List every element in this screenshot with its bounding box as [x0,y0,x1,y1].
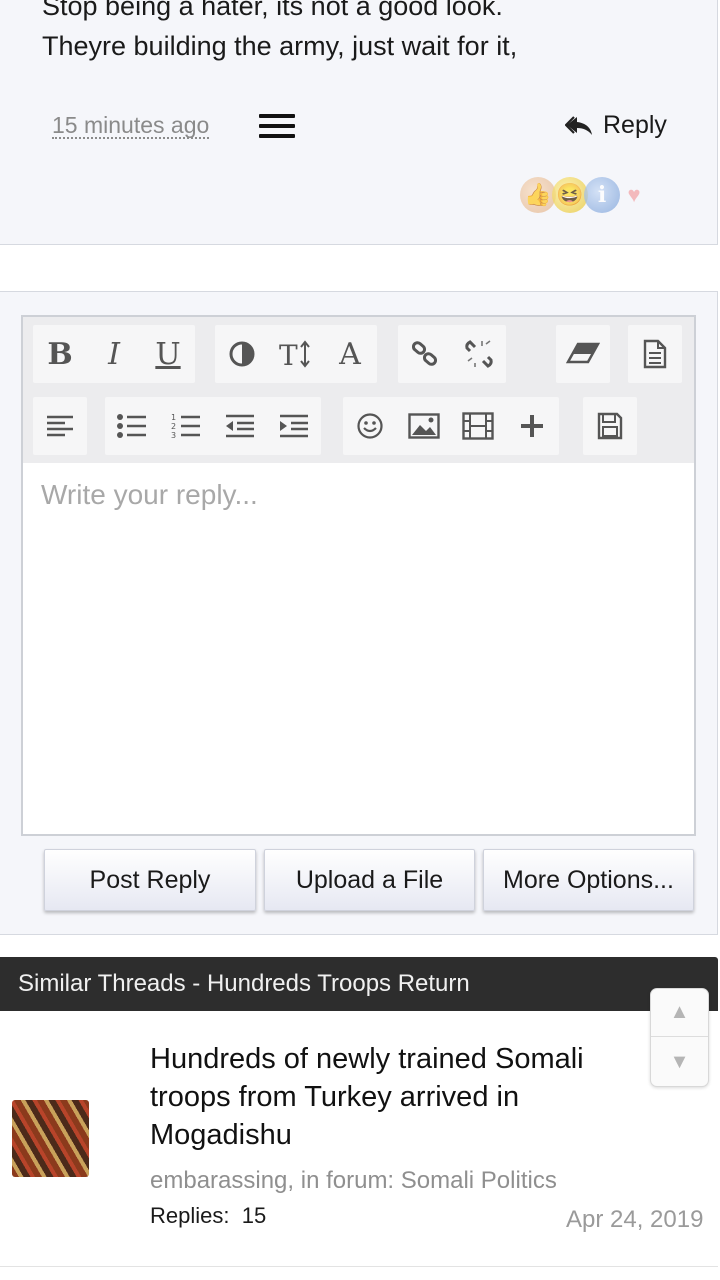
toolbar-group-insert [343,397,559,455]
toolbar-group-drafts [583,397,637,455]
svg-text:1: 1 [171,413,176,422]
media-icon[interactable] [451,397,505,455]
thread-replies: Replies: 15 [150,1203,266,1229]
post-text-line: Stop being a hater, its not a good look. [42,0,503,21]
reply-editor-section: B I U T A 1 2 3 Write your reply... Post… [0,291,718,935]
bold-button[interactable]: B [33,325,87,383]
font-family-button[interactable]: A [323,325,377,383]
toolbar-group-format: B I U [33,325,195,383]
toolbar-group-clear [556,325,610,383]
like-icon[interactable]: 👍 [520,177,556,213]
toolbar-group-paste [628,325,682,383]
image-icon[interactable] [397,397,451,455]
insert-plus-icon[interactable] [505,397,559,455]
outdent-icon[interactable] [213,397,267,455]
remove-format-icon[interactable] [556,325,610,383]
divider [0,1266,718,1267]
editor-actions: Post Reply Upload a File More Options... [44,849,694,911]
post-card: Stop being a hater, its not a good look.… [0,0,718,245]
paste-as-text-icon[interactable] [628,325,682,383]
thread-title-link[interactable]: Hundreds of newly trained Somali troops … [150,1040,650,1154]
reply-label: Reply [603,111,667,139]
link-icon[interactable] [398,325,452,383]
hamburger-menu-icon[interactable] [259,114,295,140]
svg-text:T: T [279,339,298,369]
rich-text-editor: B I U T A 1 2 3 Write your reply... [21,315,696,836]
unlink-icon[interactable] [452,325,506,383]
scroll-down-button[interactable]: ▼ [651,1038,708,1086]
post-text-line: Theyre building the army, just wait for … [42,31,518,61]
save-draft-icon[interactable] [583,397,637,455]
reactions-bar: 👍 😆 i ♥ [520,177,648,213]
reply-arrow-icon [565,115,592,135]
love-icon[interactable]: ♥ [616,177,652,213]
toolbar-group-links [398,325,506,383]
editor-toolbar: B I U T A 1 2 3 [23,317,694,463]
smilies-icon[interactable] [343,397,397,455]
numbered-list-icon[interactable]: 123 [159,397,213,455]
similar-threads-header: Similar Threads - Hundreds Troops Return [0,957,718,1011]
post-timestamp[interactable]: 15 minutes ago [52,113,210,139]
thread-date: Apr 24, 2019 [566,1206,704,1233]
replies-count: 15 [241,1203,267,1228]
reply-textarea[interactable] [23,463,694,834]
post-reply-button[interactable]: Post Reply [44,849,256,911]
more-options-button[interactable]: More Options... [483,849,694,911]
text-color-icon[interactable] [215,325,269,383]
reply-button[interactable]: Reply [565,111,667,140]
indent-icon[interactable] [267,397,321,455]
svg-text:2: 2 [171,422,176,431]
reply-placeholder: Write your reply... [41,479,258,510]
align-left-icon[interactable] [33,397,87,455]
svg-text:3: 3 [171,431,176,440]
underline-button[interactable]: U [141,325,195,383]
scroll-widget: ▲ ▼ [650,988,709,1087]
bulleted-list-icon[interactable] [105,397,159,455]
laugh-icon[interactable]: 😆 [552,177,588,213]
scroll-up-button[interactable]: ▲ [651,989,708,1037]
italic-button[interactable]: I [87,325,141,383]
avatar[interactable] [12,1100,89,1177]
replies-label: Replies: [150,1203,230,1228]
toolbar-group-text: T A [215,325,377,383]
upload-file-button[interactable]: Upload a File [264,849,475,911]
info-icon[interactable]: i [584,177,620,213]
thread-meta: embarassing, in forum: Somali Politics [150,1167,557,1194]
font-size-icon[interactable]: T [269,325,323,383]
toolbar-group-align [33,397,87,455]
toolbar-group-lists: 123 [105,397,321,455]
